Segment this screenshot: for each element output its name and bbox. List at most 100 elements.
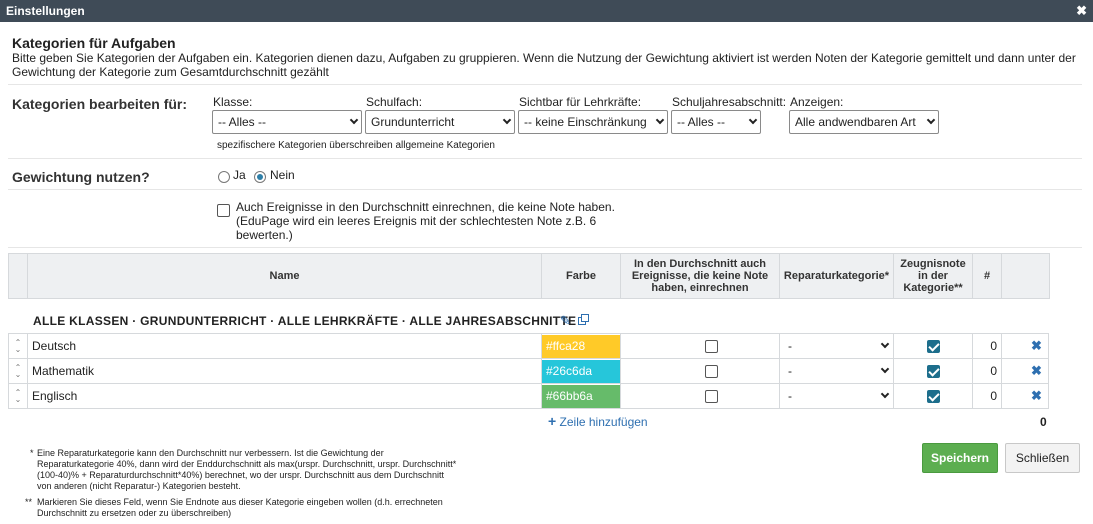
repair-value: - — [788, 389, 792, 403]
drag-handle[interactable]: ⌃ ⌄ — [8, 384, 27, 409]
grade-checkbox[interactable] — [927, 340, 940, 353]
table-row: ⌃ ⌄ Deutsch #ffca28 - 0 ✖ — [8, 334, 1049, 359]
name-col-header[interactable]: Name — [27, 253, 542, 299]
close-icon[interactable]: ✖ — [1076, 0, 1087, 22]
chevron-down-icon — [748, 115, 758, 125]
lehrkraefte-select[interactable]: -- keine Einschränkung — [518, 110, 668, 134]
color-cell[interactable]: #26c6da — [541, 359, 621, 384]
color-cell[interactable]: #ffca28 — [541, 334, 621, 359]
repair-cell: - — [779, 384, 893, 409]
count-col-header: # — [972, 253, 1002, 299]
drag-handle[interactable]: ⌃ ⌄ — [8, 334, 27, 359]
schulfach-label: Schulfach: — [366, 95, 423, 109]
edit-pencil-icon[interactable]: ✎ — [560, 313, 571, 329]
action-cell: ✖ — [1001, 384, 1049, 409]
events-line-1: Auch Ereignisse in den Durchschnitt einr… — [236, 200, 615, 214]
anzeigen-value: Alle andwendbaren Art — [795, 115, 916, 129]
divider — [8, 189, 1082, 190]
footnote-line: von anderen (nicht Reparatur-) Kategorie… — [37, 481, 241, 491]
grade-cell — [893, 359, 972, 384]
chevron-down-icon — [880, 389, 890, 399]
chevron-down-icon — [655, 115, 665, 125]
avg-cell — [620, 334, 779, 359]
klasse-select[interactable]: -- Alles -- — [212, 110, 362, 134]
repair-select[interactable]: - — [782, 360, 892, 383]
copy-icon[interactable] — [578, 314, 590, 326]
divider — [8, 158, 1082, 159]
footnote-line: Durchschnitt zu ersetzen oder zu übersch… — [37, 508, 232, 518]
dialog-titlebar: Einstellungen ✖ — [0, 0, 1093, 22]
abschnitt-select[interactable]: -- Alles -- — [671, 110, 761, 134]
repair-col-header: Reparaturkategorie* — [779, 253, 894, 299]
weighting-no-radio[interactable] — [254, 171, 266, 183]
table-row: ⌃ ⌄ Englisch #66bb6a - 0 ✖ — [8, 384, 1049, 409]
events-line-3: bewerten.) — [236, 228, 293, 242]
sort-arrows-icon: ⌃ ⌄ — [14, 363, 22, 379]
color-col-header[interactable]: Farbe — [541, 253, 621, 299]
filter-section-label: Kategorien bearbeiten für: — [12, 96, 188, 112]
save-button[interactable]: Speichern — [922, 443, 998, 473]
delete-x-icon[interactable]: ✖ — [1031, 363, 1042, 379]
repair-select[interactable]: - — [782, 335, 892, 358]
footnote-line: (100-40)% + Reparaturdurchschnitt*40%) b… — [37, 470, 444, 480]
color-swatch[interactable]: #66bb6a — [542, 385, 621, 408]
plus-icon: + — [548, 413, 557, 429]
avg-checkbox[interactable] — [705, 340, 718, 353]
total-count: 0 — [1040, 415, 1047, 429]
weighting-yes-radio[interactable] — [218, 171, 230, 183]
color-swatch[interactable]: #ffca28 — [542, 335, 621, 358]
delete-x-icon[interactable]: ✖ — [1031, 388, 1042, 404]
chevron-down-icon — [502, 115, 512, 125]
weighting-label: Gewichtung nutzen? — [12, 169, 150, 185]
footnote-1: Eine Reparaturkategorie kann den Durchsc… — [37, 448, 517, 492]
anzeigen-label: Anzeigen: — [790, 95, 844, 109]
grade-cell — [893, 384, 972, 409]
name-cell[interactable]: Mathematik — [27, 359, 541, 384]
intro-line-1: Bitte geben Sie Kategorien der Aufgaben … — [12, 51, 1076, 65]
avg-col-header: In den Durchschnitt auch Ereignisse, die… — [620, 253, 780, 299]
color-cell[interactable]: #66bb6a — [541, 384, 621, 409]
footnote-line: Reparaturkategorie 40%, dann wird der En… — [37, 459, 457, 469]
color-swatch[interactable]: #26c6da — [542, 360, 621, 383]
klasse-label: Klasse: — [213, 95, 253, 109]
category-name: Mathematik — [32, 364, 95, 378]
grade-checkbox[interactable] — [927, 365, 940, 378]
row-count: 0 — [990, 364, 997, 378]
category-name: Englisch — [32, 389, 78, 403]
avg-header-line: Ereignisse, die keine Note — [631, 270, 769, 282]
footnote-2-mark: ** — [25, 497, 33, 507]
action-cell: ✖ — [1001, 334, 1049, 359]
group-title: ALLE KLASSEN · GRUNDUNTERRICHT · ALLE LE… — [33, 314, 577, 328]
weighting-yes-label: Ja — [233, 168, 246, 182]
action-col-header — [1001, 253, 1050, 299]
footnote-line: Markieren Sie dieses Feld, wenn Sie Endn… — [37, 497, 443, 507]
repair-select[interactable]: - — [782, 385, 892, 408]
delete-x-icon[interactable]: ✖ — [1031, 338, 1042, 354]
abschnitt-value: -- Alles -- — [677, 115, 725, 129]
anzeigen-select[interactable]: Alle andwendbaren Art — [789, 110, 939, 134]
row-count: 0 — [990, 339, 997, 353]
chevron-down-icon — [880, 339, 890, 349]
schulfach-select[interactable]: Grundunterricht — [365, 110, 515, 134]
include-events-checkbox[interactable] — [217, 204, 230, 217]
intro-text: Bitte geben Sie Kategorien der Aufgaben … — [12, 51, 1087, 79]
footnote-2: Markieren Sie dieses Feld, wenn Sie Endn… — [37, 497, 517, 519]
add-row-link[interactable]: + Zeile hinzufügen — [548, 413, 648, 429]
avg-checkbox[interactable] — [705, 390, 718, 403]
grade-header-line: Zeugnisnote — [900, 258, 966, 270]
close-button[interactable]: Schließen — [1005, 443, 1080, 473]
name-cell[interactable]: Deutsch — [27, 334, 541, 359]
drag-handle[interactable]: ⌃ ⌄ — [8, 359, 27, 384]
avg-cell — [620, 359, 779, 384]
count-cell: 0 — [972, 359, 1001, 384]
divider — [8, 84, 1082, 85]
intro-line-2: Gewichtung der Kategorie zum Gesamtdurch… — [12, 65, 329, 79]
lehrkraefte-value: -- keine Einschränkung — [524, 115, 647, 129]
name-cell[interactable]: Englisch — [27, 384, 541, 409]
repair-cell: - — [779, 334, 893, 359]
add-row-label: Zeile hinzufügen — [559, 415, 648, 429]
klasse-value: -- Alles -- — [218, 115, 266, 129]
grade-checkbox[interactable] — [927, 390, 940, 403]
avg-checkbox[interactable] — [705, 365, 718, 378]
section-heading: Kategorien für Aufgaben — [12, 35, 176, 51]
